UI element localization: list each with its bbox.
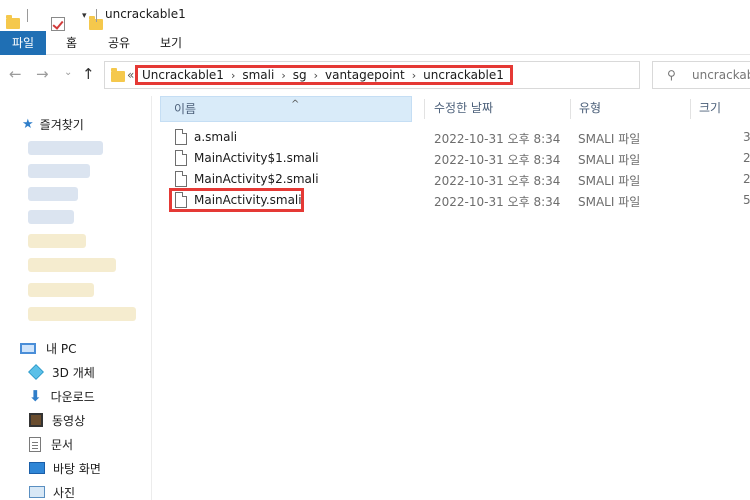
sidebar-item-this-pc[interactable]: 내 PC — [20, 337, 76, 359]
folder-icon — [6, 15, 20, 29]
breadcrumb-item[interactable]: uncrackable1 — [423, 68, 504, 82]
sidebar-item-label: 3D 개체 — [52, 365, 95, 380]
breadcrumb-item[interactable]: smali — [242, 68, 274, 82]
sidebar-item-downloads[interactable]: ⬇ 다운로드 — [29, 385, 95, 407]
desktop-icon — [29, 462, 45, 474]
blurred-item[interactable] — [28, 187, 78, 201]
list-item[interactable]: MainActivity.smali 2022-10-31 오후 8:34 SM… — [160, 188, 750, 212]
sidebar-item-label: 문서 — [51, 437, 74, 452]
file-date: 2022-10-31 오후 8:34 — [434, 174, 561, 188]
column-header-label: 이름 — [174, 102, 197, 116]
sidebar-item-label: 내 PC — [46, 341, 77, 356]
computer-icon — [20, 342, 36, 354]
file-icon — [175, 150, 187, 166]
search-input[interactable]: ⚲ uncrackable1 — [652, 61, 750, 89]
file-name: MainActivity.smali — [194, 193, 302, 207]
file-size: 2 — [743, 151, 750, 165]
ribbon-tabs: 파일 홈 공유 보기 — [0, 31, 750, 55]
blurred-item[interactable] — [28, 283, 94, 297]
up-arrow-icon[interactable]: ↑ — [82, 65, 95, 83]
window-title: uncrackable1 — [105, 7, 186, 21]
search-placeholder: uncrackable1 — [692, 68, 750, 82]
column-divider[interactable] — [424, 99, 425, 119]
search-icon: ⚲ — [667, 68, 676, 82]
sidebar-item-label: 동영상 — [52, 413, 86, 428]
file-icon — [175, 171, 187, 187]
breadcrumb-separator-icon[interactable]: › — [281, 69, 285, 82]
sidebar-item-desktop[interactable]: 바탕 화면 — [29, 457, 101, 479]
breadcrumb-separator-icon[interactable]: › — [231, 69, 235, 82]
breadcrumb-separator-icon[interactable]: › — [314, 69, 318, 82]
file-date: 2022-10-31 오후 8:34 — [434, 195, 561, 209]
file-size: 5 — [743, 193, 750, 207]
sidebar-item-label: 즐겨찾기 — [39, 117, 84, 132]
tab-home[interactable]: 홈 — [55, 31, 88, 55]
file-icon — [175, 192, 187, 208]
file-date: 2022-10-31 오후 8:34 — [434, 132, 561, 146]
blurred-item[interactable] — [28, 164, 90, 178]
title-bar: ▾ uncrackable1 — [0, 0, 750, 31]
sidebar-item-label: 다운로드 — [50, 389, 95, 404]
tab-file[interactable]: 파일 — [0, 31, 46, 55]
blurred-item[interactable] — [28, 307, 136, 321]
breadcrumb-item[interactable]: vantagepoint — [325, 68, 405, 82]
blurred-item[interactable] — [28, 210, 74, 224]
tab-share[interactable]: 공유 — [97, 31, 141, 55]
file-type: SMALI 파일 — [578, 132, 641, 146]
file-name: a.smali — [194, 130, 238, 144]
film-icon — [29, 413, 43, 427]
cube-icon — [28, 364, 44, 380]
tab-view[interactable]: 보기 — [149, 31, 193, 55]
overflow-chevron-icon[interactable]: « — [127, 68, 134, 82]
sidebar-item-documents[interactable]: 문서 — [29, 433, 73, 455]
navigation-pane: ★ 즐겨찾기 내 PC 3D 개체 ⬇ 다운로드 동영상 문서 바탕 화면 사진 — [0, 96, 152, 500]
divider — [96, 9, 97, 22]
sidebar-item-label: 사진 — [53, 485, 76, 500]
column-headers: ^ 이름 수정한 날짜 유형 크기 — [160, 96, 750, 122]
file-size: 3 — [743, 130, 750, 144]
divider — [27, 9, 28, 22]
column-header-size[interactable]: 크기 — [691, 96, 721, 122]
document-icon — [29, 436, 41, 452]
column-header-date[interactable]: 수정한 날짜 — [426, 96, 493, 122]
sort-ascending-icon: ^ — [291, 99, 300, 110]
breadcrumb-item[interactable]: sg — [293, 68, 307, 82]
file-type: SMALI 파일 — [578, 153, 641, 167]
folder-icon — [111, 68, 125, 82]
breadcrumb-separator-icon[interactable]: › — [412, 69, 416, 82]
sidebar-item-label: 바탕 화면 — [53, 461, 101, 476]
breadcrumb-item[interactable]: Uncrackable1 — [142, 68, 224, 82]
blurred-item[interactable] — [28, 234, 86, 248]
file-name: MainActivity$1.smali — [194, 151, 319, 165]
list-item[interactable]: MainActivity$2.smali 2022-10-31 오후 8:34 … — [160, 169, 750, 190]
list-item[interactable]: a.smali 2022-10-31 오후 8:34 SMALI 파일 3 — [160, 127, 750, 148]
sidebar-item-quick-access[interactable]: ★ 즐겨찾기 — [22, 113, 84, 135]
file-name: MainActivity$2.smali — [194, 172, 319, 186]
sidebar-item-videos[interactable]: 동영상 — [29, 409, 85, 431]
blurred-item[interactable] — [28, 141, 103, 155]
address-bar[interactable]: « Uncrackable1 › smali › sg › vantagepoi… — [104, 61, 731, 89]
file-icon — [175, 129, 187, 145]
blurred-item[interactable] — [28, 258, 116, 272]
sidebar-item-3d-objects[interactable]: 3D 개체 — [28, 361, 95, 383]
column-header-name[interactable]: ^ 이름 — [160, 96, 412, 122]
navigation-bar: ← → ⌄ ↑ « Uncrackable1 › smali › sg › va… — [0, 56, 750, 94]
recent-locations-chevron-icon[interactable]: ⌄ — [64, 67, 72, 78]
star-icon: ★ — [22, 116, 34, 132]
file-date: 2022-10-31 오후 8:34 — [434, 153, 561, 167]
file-type: SMALI 파일 — [578, 174, 641, 188]
breadcrumb: Uncrackable1 › smali › sg › vantagepoint… — [135, 65, 513, 85]
file-size: 2 — [743, 172, 750, 186]
sidebar-item-pictures[interactable]: 사진 — [29, 481, 75, 500]
quick-access-dropdown-icon[interactable]: ▾ — [82, 11, 87, 21]
back-arrow-icon[interactable]: ← — [9, 65, 22, 83]
picture-icon — [29, 486, 45, 498]
column-header-type[interactable]: 유형 — [571, 96, 601, 122]
forward-arrow-icon[interactable]: → — [36, 65, 49, 83]
list-item[interactable]: MainActivity$1.smali 2022-10-31 오후 8:34 … — [160, 148, 750, 169]
properties-check-icon[interactable] — [51, 16, 65, 31]
download-arrow-icon: ⬇ — [29, 387, 42, 405]
file-type: SMALI 파일 — [578, 195, 641, 209]
